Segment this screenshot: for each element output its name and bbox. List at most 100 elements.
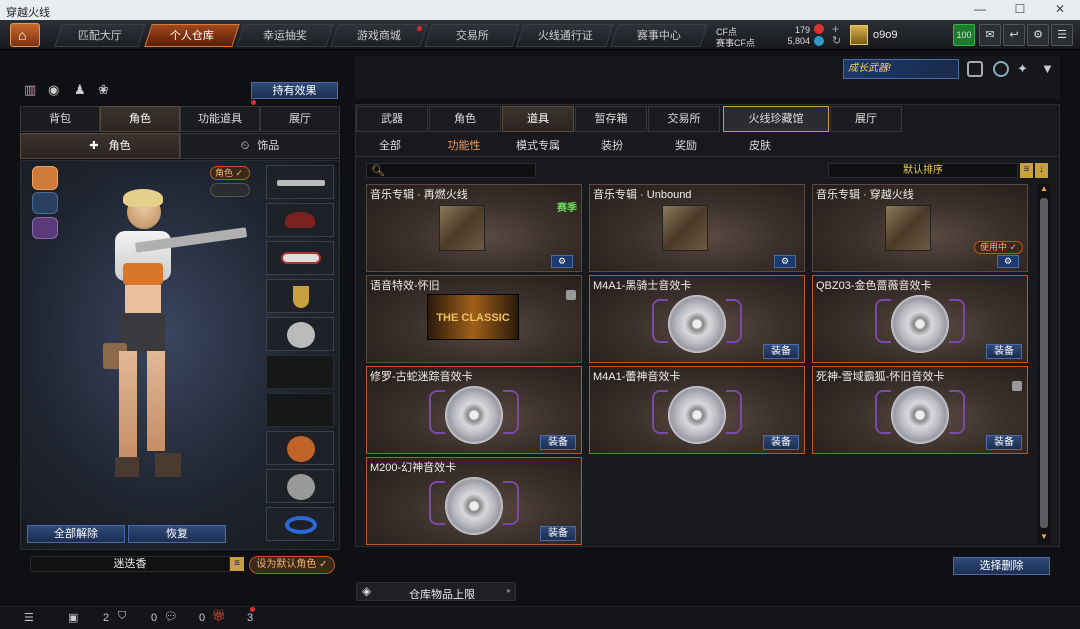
home-button[interactable]: ⌂ <box>10 23 40 47</box>
shield-icon[interactable] <box>967 61 983 77</box>
equip-button[interactable]: 装备 <box>763 344 799 359</box>
effects-button[interactable]: 持有效果 <box>251 82 338 99</box>
equip-button[interactable]: 装备 <box>540 526 576 541</box>
item-card[interactable]: QBZ03-金色蔷薇音效卡 装备 <box>812 275 1028 363</box>
subtab-functional[interactable]: 功能性 <box>440 137 488 153</box>
slot-dragon[interactable] <box>266 431 334 465</box>
maximize-button[interactable]: ☐ <box>1000 2 1040 18</box>
settings-icon[interactable]: ⚙ <box>774 255 796 268</box>
settings-icon[interactable]: ⚙ <box>1027 24 1049 46</box>
star-icon[interactable]: ✦ <box>1017 61 1033 77</box>
scrollbar[interactable]: ▲ ▼ <box>1038 184 1050 544</box>
equip-button[interactable]: 装备 <box>763 435 799 450</box>
shield-small-icon[interactable]: ⛉ <box>118 610 126 623</box>
role-tag-2[interactable] <box>210 183 250 197</box>
equip-button[interactable]: 装备 <box>986 344 1022 359</box>
trash-icon[interactable] <box>566 290 576 300</box>
view-icon[interactable]: ◉ <box>48 82 59 98</box>
nav-tab-pass[interactable]: 火线通行证 <box>516 24 614 47</box>
left-tab-role[interactable]: 角色 <box>100 106 180 132</box>
item-card[interactable]: M4A1-黑骑士音效卡 装备 <box>589 275 805 363</box>
slot-ring[interactable] <box>266 507 334 541</box>
wings-mode-icon[interactable] <box>32 217 58 239</box>
refresh-icon[interactable]: ↻ <box>832 34 841 47</box>
nav-tab-lottery[interactable]: 幸运抽奖 <box>236 24 334 47</box>
right-tab-collection[interactable]: 火线珍藏馆 <box>723 106 829 132</box>
nav-tab-warehouse[interactable]: 个人仓库 <box>144 24 240 47</box>
scroll-up-icon[interactable]: ▲ <box>1040 184 1048 194</box>
item-card[interactable]: 死神-雪域霸狐-怀旧音效卡 装备 <box>812 366 1028 454</box>
item-card[interactable]: M4A1-蕾神音效卡 装备 <box>589 366 805 454</box>
slot-empty-1[interactable] <box>266 355 334 389</box>
left-tab-function[interactable]: 功能道具 <box>180 106 260 132</box>
settings-icon[interactable]: ⚙ <box>997 255 1019 268</box>
search-input[interactable] <box>385 164 533 177</box>
close-button[interactable]: ✕ <box>1040 2 1080 18</box>
minimize-button[interactable]: — <box>960 2 1000 18</box>
item-card[interactable]: M200-幻神音效卡 装备 <box>366 457 582 545</box>
item-card[interactable]: 音乐专辑 · 再燃火线 ⚙ 赛季 <box>366 184 582 272</box>
subtab-role[interactable]: ✚ 角色 <box>20 133 180 159</box>
subtab-reward[interactable]: 奖励 <box>662 137 710 153</box>
chart-icon[interactable]: ▥ <box>24 82 36 98</box>
sort-list-icon[interactable]: ≡ <box>1020 163 1033 178</box>
set-default-button[interactable]: 设为默认角色 ✓ <box>249 556 335 574</box>
slot-medal[interactable] <box>266 279 334 313</box>
subtab-all[interactable]: 全部 <box>366 137 414 153</box>
slot-beast[interactable] <box>266 469 334 503</box>
select-delete-button[interactable]: 选择删除 <box>953 557 1050 575</box>
remove-all-button[interactable]: 全部解除 <box>27 525 125 543</box>
gift-box-icon[interactable]: 🎁︎ <box>212 609 226 622</box>
trash-icon[interactable] <box>1012 381 1022 391</box>
exit-icon[interactable]: ↩ <box>1003 24 1025 46</box>
promo-banner[interactable]: 成长武器! <box>843 59 959 79</box>
equip-button[interactable]: 装备 <box>540 435 576 450</box>
item-card[interactable]: 修罗-古蛇迷踪音效卡 装备 <box>366 366 582 454</box>
character-mode-icon[interactable] <box>32 166 58 190</box>
right-tab-exchange[interactable]: 交易所 <box>648 106 720 132</box>
nav-tab-match-lobby[interactable]: 匹配大厅 <box>54 24 146 47</box>
equip-button[interactable]: 装备 <box>986 435 1022 450</box>
settings-icon[interactable]: ⚙ <box>551 255 573 268</box>
chat-icon[interactable]: 💬︎ <box>164 610 178 623</box>
nav-tab-events[interactable]: 赛事中心 <box>610 24 708 47</box>
bag-icon[interactable]: ▣ <box>68 611 78 624</box>
character-model[interactable] <box>95 189 248 485</box>
slot-empty-2[interactable] <box>266 393 334 427</box>
sort-direction-icon[interactable]: ↓ <box>1035 163 1048 178</box>
expand-icon[interactable]: ▸ <box>507 586 511 595</box>
right-tab-item[interactable]: 道具 <box>502 106 574 132</box>
left-tab-bag[interactable]: 背包 <box>20 106 100 132</box>
goggles-mode-icon[interactable] <box>32 192 58 214</box>
role-tag[interactable]: 角色 ✓ <box>210 166 250 180</box>
gift-icon[interactable]: ❀ <box>98 82 109 98</box>
subtab-mode[interactable]: 模式专属 <box>510 137 566 153</box>
scroll-thumb[interactable] <box>1040 198 1048 528</box>
item-card[interactable]: 音乐专辑 · Unbound ⚙ <box>589 184 805 272</box>
subtab-accessory[interactable]: ⏲ 饰品 <box>180 133 340 159</box>
item-card[interactable]: 音乐专辑 · 穿越火线 ⚙ 使用中 ✓ <box>812 184 1028 272</box>
scroll-down-icon[interactable]: ▼ <box>1040 532 1048 542</box>
right-tab-showroom[interactable]: 展厅 <box>830 106 902 132</box>
right-tab-storage[interactable]: 暂存箱 <box>575 106 647 132</box>
user-icon[interactable]: ♟ <box>74 82 86 98</box>
slot-wings[interactable] <box>266 317 334 351</box>
nav-tab-shop[interactable]: 游戏商城 <box>330 24 428 47</box>
right-tab-role[interactable]: 角色 <box>429 106 501 132</box>
slot-goggles[interactable] <box>266 241 334 275</box>
restore-button[interactable]: 恢复 <box>128 525 226 543</box>
sort-select[interactable]: 默认排序 <box>828 163 1018 178</box>
search-box[interactable]: 🔍︎ <box>366 163 536 178</box>
left-tab-showroom[interactable]: 展厅 <box>260 106 340 132</box>
menu-icon[interactable]: ☰ <box>1051 24 1073 46</box>
item-card[interactable]: 语音特效-怀旧 THE CLASSIC <box>366 275 582 363</box>
globe-icon[interactable] <box>993 61 1009 77</box>
subtab-dress[interactable]: 装扮 <box>588 137 636 153</box>
subtab-skin[interactable]: 皮肤 <box>736 137 784 153</box>
v-badge-icon[interactable]: ▼ <box>1041 61 1057 77</box>
mail-icon[interactable]: ✉ <box>979 24 1001 46</box>
nav-tab-exchange[interactable]: 交易所 <box>424 24 520 47</box>
slot-primary-weapon[interactable] <box>266 165 334 199</box>
menu-bottom-icon[interactable]: ☰ <box>24 611 34 624</box>
slot-beret[interactable] <box>266 203 334 237</box>
